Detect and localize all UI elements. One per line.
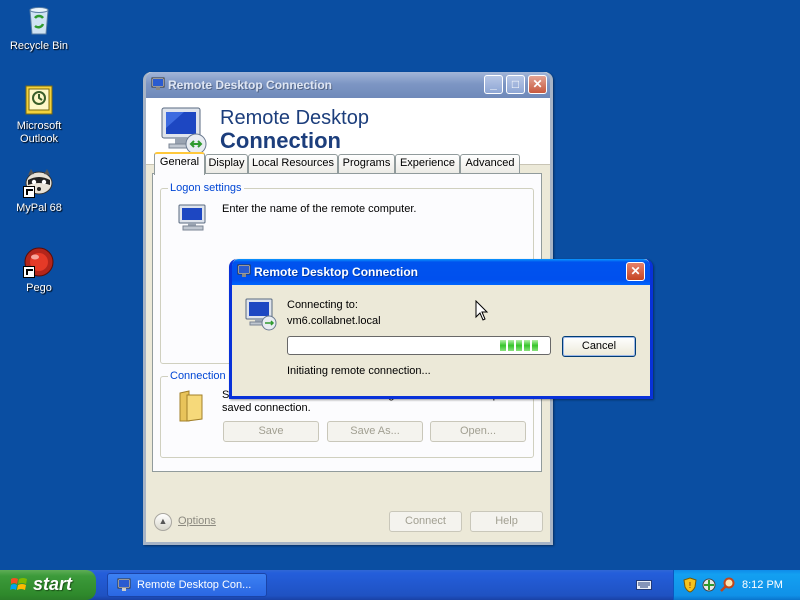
progress-block xyxy=(516,340,522,351)
minimize-button[interactable]: _ xyxy=(484,75,503,94)
chevron-up-icon: ▲ xyxy=(154,513,172,531)
banner-title-line2: Connection xyxy=(220,128,341,153)
rdc-app-icon xyxy=(237,264,251,277)
help-button[interactable]: Help xyxy=(470,511,543,532)
connection-status: Initiating remote connection... xyxy=(287,365,431,377)
open-button[interactable]: Open... xyxy=(430,421,526,442)
cancel-button[interactable]: Cancel xyxy=(562,336,636,357)
desktop-icon-outlook[interactable]: Microsoft Outlook xyxy=(4,84,74,146)
rdc-app-icon xyxy=(151,77,165,90)
desktop-icon-label: Recycle Bin xyxy=(9,40,69,52)
save-as-button[interactable]: Save As... xyxy=(327,421,423,442)
progress-block xyxy=(524,340,530,351)
tab-advanced[interactable]: Advanced xyxy=(460,154,520,173)
desktop-icon-label: Microsoft Outlook xyxy=(16,120,62,145)
options-label: Options xyxy=(178,515,216,527)
desktop-icon-mypal[interactable]: MyPal 68 xyxy=(4,166,74,215)
start-button[interactable]: start xyxy=(0,570,96,600)
main-window-title: Remote Desktop Connection xyxy=(168,78,333,92)
keyboard-icon[interactable] xyxy=(636,579,652,591)
search-magnifier-icon[interactable] xyxy=(720,577,736,593)
main-window-titlebar[interactable]: Remote Desktop Connection _ □ ✕ xyxy=(146,72,550,98)
progress-blocks xyxy=(500,340,538,351)
desktop-icon-pego[interactable]: Pego xyxy=(4,246,74,295)
logon-prompt-text: Enter the name of the remote computer. xyxy=(222,203,417,215)
save-button[interactable]: Save xyxy=(223,421,319,442)
close-button[interactable]: ✕ xyxy=(626,262,645,281)
start-label: start xyxy=(33,574,73,594)
mouse-cursor-icon xyxy=(475,300,489,321)
rdc-app-icon xyxy=(117,578,131,591)
desktop-icon-recycle-bin[interactable]: Recycle Bin xyxy=(4,4,74,53)
shortcut-arrow-icon xyxy=(23,266,35,278)
tab-local-resources[interactable]: Local Resources xyxy=(248,154,338,173)
taskbar: start Remote Desktop Con... ! 8:12 PM xyxy=(0,570,800,600)
system-tray: ! 8:12 PM xyxy=(673,570,800,600)
progress-block xyxy=(532,340,538,351)
tab-display[interactable]: Display xyxy=(205,154,248,173)
taskbar-item-remote-desktop[interactable]: Remote Desktop Con... xyxy=(107,573,267,597)
tab-programs[interactable]: Programs xyxy=(338,154,395,173)
tab-general[interactable]: General xyxy=(154,152,205,175)
desktop-icon-label: MyPal 68 xyxy=(16,202,62,214)
remote-monitor-icon xyxy=(161,107,207,155)
tab-experience[interactable]: Experience xyxy=(395,154,460,173)
progress-block xyxy=(500,340,506,351)
shortcut-arrow-icon xyxy=(23,186,35,198)
connection-progress-bar xyxy=(287,336,551,355)
outlook-icon xyxy=(23,84,55,116)
network-icon[interactable] xyxy=(701,577,717,593)
connecting-dialog-title: Remote Desktop Connection xyxy=(254,265,419,279)
folder-icon xyxy=(179,390,203,422)
logon-settings-label: Logon settings xyxy=(168,182,244,194)
remote-monitor-icon xyxy=(245,298,277,331)
taskbar-item-label: Remote Desktop Con... xyxy=(137,579,252,591)
connecting-to-label: Connecting to: xyxy=(287,299,358,311)
clock: 8:12 PM xyxy=(742,579,783,591)
host-name: vm6.collabnet.local xyxy=(287,315,381,327)
recycle-bin-icon xyxy=(23,4,55,36)
close-button[interactable]: ✕ xyxy=(528,75,547,94)
connecting-dialog: Remote Desktop Connection ✕ Connecting t… xyxy=(229,259,653,399)
maximize-button[interactable]: □ xyxy=(506,75,525,94)
banner-title-line1: Remote Desktop xyxy=(220,107,369,129)
computer-icon xyxy=(178,204,206,231)
svg-text:!: ! xyxy=(688,581,691,590)
desktop-icon-label: Pego xyxy=(26,282,52,294)
progress-block xyxy=(508,340,514,351)
pego-icon xyxy=(23,246,55,278)
mypal-raccoon-icon xyxy=(23,166,55,198)
security-shield-icon[interactable]: ! xyxy=(683,577,697,593)
windows-logo-icon xyxy=(10,578,27,590)
connect-button[interactable]: Connect xyxy=(389,511,462,532)
connecting-dialog-titlebar[interactable]: Remote Desktop Connection ✕ xyxy=(232,259,650,285)
